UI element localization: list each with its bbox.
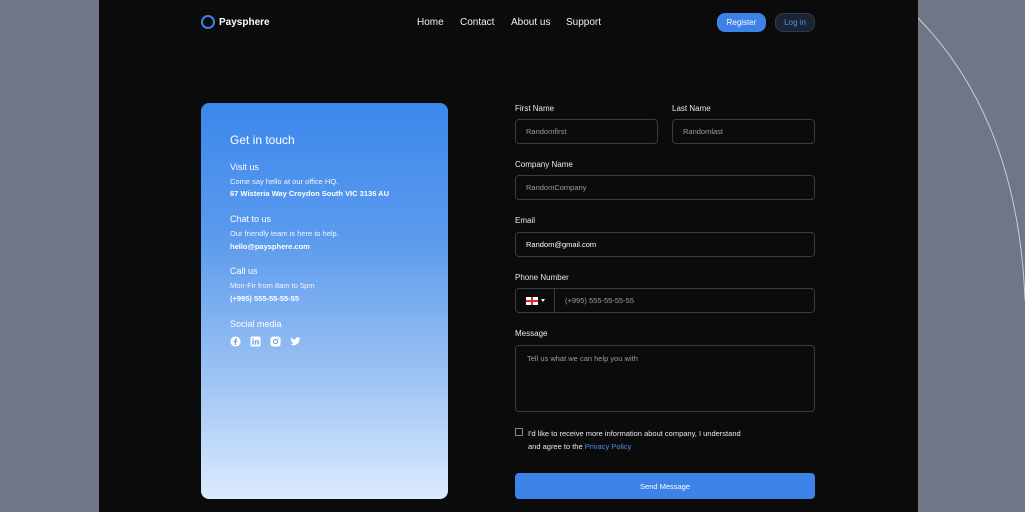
chat-heading: Chat to us bbox=[230, 214, 272, 224]
twitter-icon[interactable] bbox=[290, 336, 301, 347]
nav-home[interactable]: Home bbox=[417, 17, 444, 28]
facebook-icon[interactable] bbox=[230, 336, 241, 347]
message-label: Message bbox=[515, 329, 548, 338]
phone-placeholder: (+995) 555-55-55-55 bbox=[565, 296, 635, 305]
last-name-label: Last Name bbox=[672, 104, 711, 113]
first-name-field[interactable]: Randomfirst bbox=[515, 119, 658, 144]
nav-support[interactable]: Support bbox=[566, 17, 601, 28]
consent-line-1: I'd like to receive more information abo… bbox=[528, 429, 741, 438]
nav-contact[interactable]: Contact bbox=[460, 17, 494, 28]
visit-address: 67 Wisteria Way Croydon South VIC 3136 A… bbox=[230, 189, 389, 198]
send-message-button[interactable]: Send Message bbox=[515, 473, 815, 499]
consent-checkbox[interactable] bbox=[515, 428, 523, 436]
email-label: Email bbox=[515, 216, 536, 225]
message-textarea[interactable]: Tell us what we can help you with bbox=[515, 345, 815, 412]
social-links bbox=[230, 336, 301, 347]
call-heading: Call us bbox=[230, 266, 258, 276]
privacy-policy-link[interactable]: Privacy Policy bbox=[585, 442, 632, 451]
visit-heading: Visit us bbox=[230, 162, 259, 172]
last-name-field[interactable]: Randomlast bbox=[672, 119, 815, 144]
login-button[interactable]: Log in bbox=[775, 13, 815, 32]
company-name-label: Company Name bbox=[515, 160, 573, 169]
social-heading: Social media bbox=[230, 319, 282, 329]
phone-field[interactable]: (+995) 555-55-55-55 bbox=[515, 288, 815, 313]
visit-text: Come say hello at our office HQ. bbox=[230, 177, 339, 186]
linkedin-icon[interactable] bbox=[250, 336, 261, 347]
chat-email[interactable]: hello@paysphere.com bbox=[230, 242, 310, 251]
email-field[interactable]: Random@gmail.com bbox=[515, 232, 815, 257]
georgia-flag-icon bbox=[525, 296, 538, 305]
country-code-select[interactable] bbox=[516, 289, 555, 312]
company-name-field[interactable]: RandomCompany bbox=[515, 175, 815, 200]
nav-about-us[interactable]: About us bbox=[511, 17, 550, 28]
chat-text: Our friendly team is here to help. bbox=[230, 229, 339, 238]
chevron-down-icon bbox=[540, 299, 545, 302]
phone-label: Phone Number bbox=[515, 273, 569, 282]
consent-line-2: and agree to the bbox=[528, 442, 585, 451]
register-button[interactable]: Register bbox=[717, 13, 766, 32]
card-title: Get in touch bbox=[230, 133, 295, 147]
call-phone[interactable]: (+995) 555-55-55-55 bbox=[230, 294, 299, 303]
first-name-label: First Name bbox=[515, 104, 555, 113]
call-hours: Mon-Fir from 8am to 5pm bbox=[230, 281, 315, 290]
instagram-icon[interactable] bbox=[270, 336, 281, 347]
contact-info-card: Get in touch Visit us Come say hello at … bbox=[201, 103, 448, 499]
page-frame: Paysphere Home Contact About us Support … bbox=[99, 0, 918, 512]
consent-text: I'd like to receive more information abo… bbox=[528, 427, 741, 453]
